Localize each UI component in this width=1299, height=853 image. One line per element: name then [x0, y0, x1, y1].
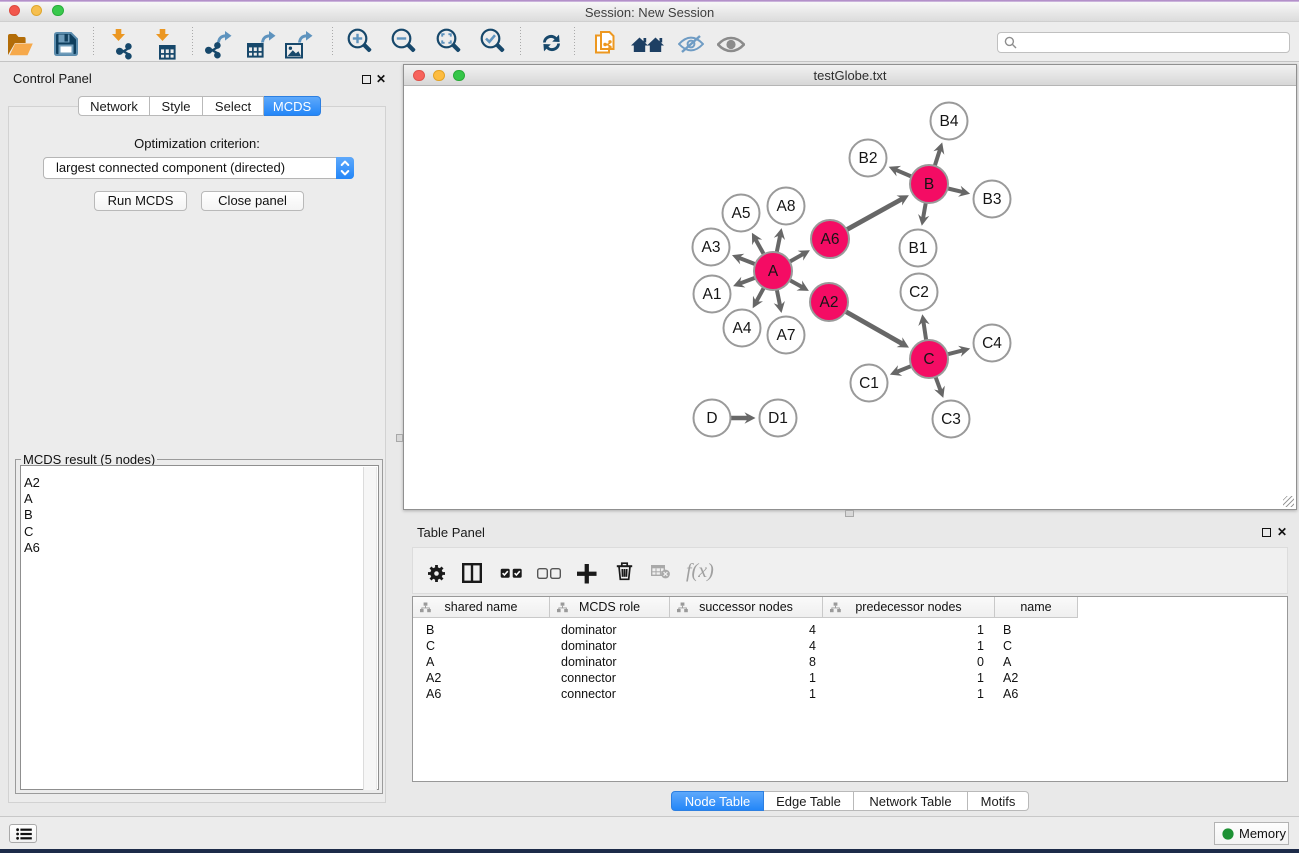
svg-text:A5: A5: [732, 205, 751, 222]
svg-text:A4: A4: [733, 320, 752, 337]
svg-text:C: C: [923, 351, 934, 368]
svg-text:A2: A2: [820, 294, 839, 311]
svg-text:D1: D1: [768, 410, 788, 427]
svg-text:A: A: [768, 263, 779, 280]
svg-text:C1: C1: [859, 375, 879, 392]
svg-text:C2: C2: [909, 284, 929, 301]
svg-text:A6: A6: [821, 231, 840, 248]
svg-text:B: B: [924, 176, 934, 193]
svg-text:B3: B3: [983, 191, 1002, 208]
svg-text:B1: B1: [909, 240, 928, 257]
svg-text:A3: A3: [702, 239, 721, 256]
svg-text:B4: B4: [940, 113, 959, 130]
svg-text:B2: B2: [859, 150, 878, 167]
svg-text:A7: A7: [777, 327, 796, 344]
svg-text:C4: C4: [982, 335, 1002, 352]
svg-text:C3: C3: [941, 411, 961, 428]
svg-text:A8: A8: [777, 198, 796, 215]
svg-text:D: D: [706, 410, 717, 427]
svg-text:A1: A1: [703, 286, 722, 303]
